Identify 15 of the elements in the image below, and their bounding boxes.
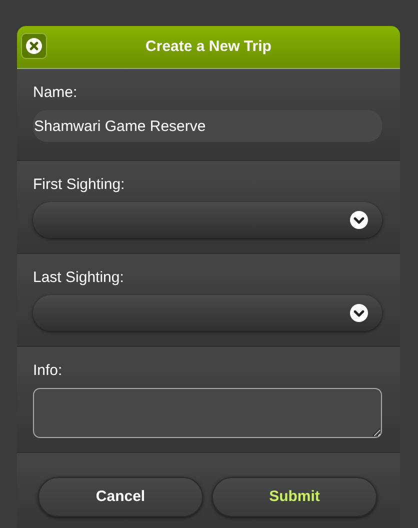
field-label: Last Sighting: [33, 269, 125, 287]
dropdown-field[interactable] [33, 202, 382, 238]
field-label: First Sighting: [33, 176, 126, 194]
chevron-down-icon [350, 304, 368, 322]
close-button[interactable] [21, 33, 47, 59]
dialog-title: Create a New Trip [146, 36, 272, 57]
dropdown-field[interactable] [33, 295, 382, 331]
text-area[interactable] [33, 388, 382, 438]
field-label: Name: [33, 84, 78, 102]
field-label: Info: [33, 362, 64, 380]
text-field[interactable]: Shamwari Game Reserve [33, 110, 382, 142]
close-icon [26, 38, 42, 54]
submit-button[interactable]: Submit [212, 477, 377, 517]
chevron-down-icon [350, 211, 368, 229]
cancel-button[interactable]: Cancel [38, 477, 203, 517]
